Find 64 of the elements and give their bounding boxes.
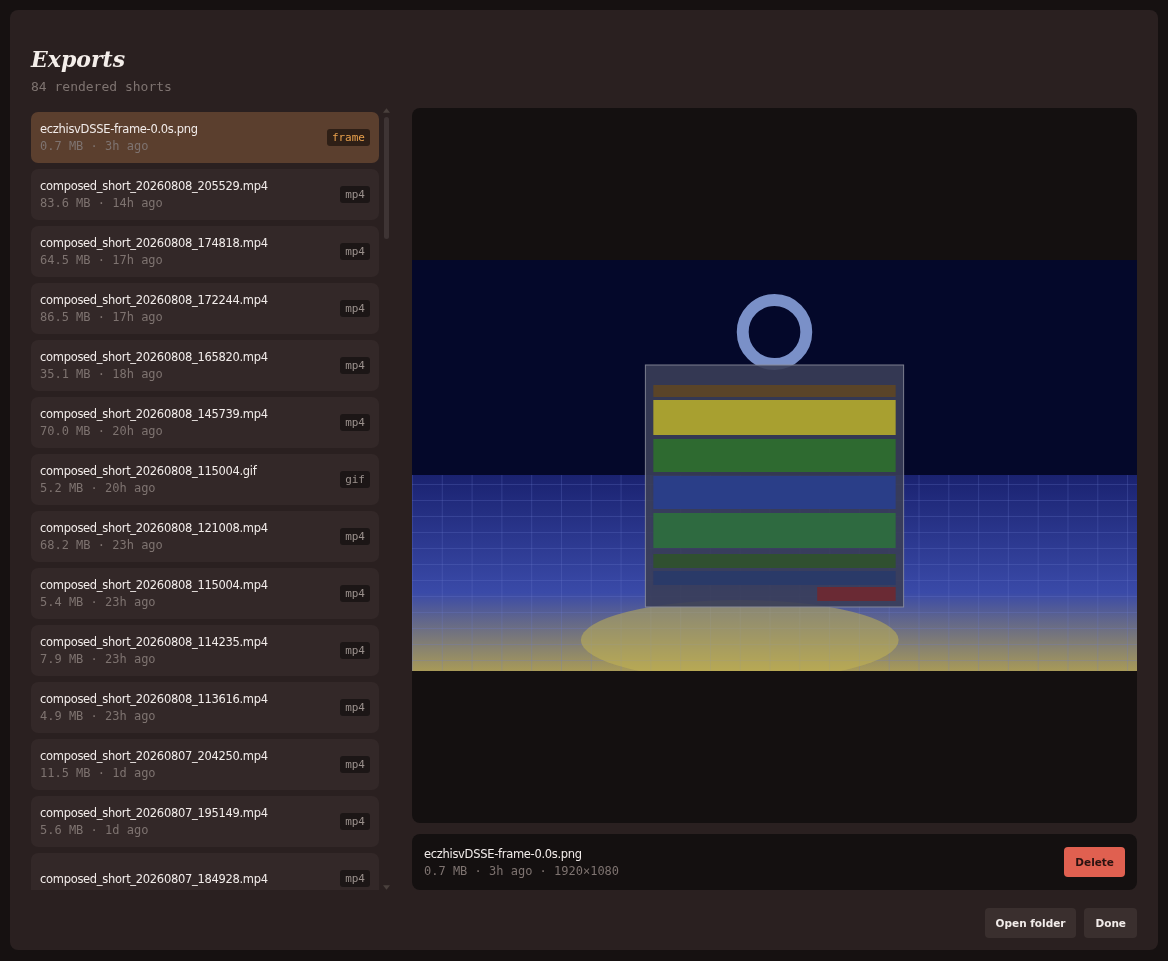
- file-name: composed_short_20260807_184928.mp4: [40, 871, 269, 886]
- export-item[interactable]: composed_short_20260808_165820.mp4 35.1 MB · 18h ago mp4: [31, 340, 379, 391]
- export-item[interactable]: composed_short_20260808_114235.mp4 7.9 MB · 23h ago mp4: [31, 625, 379, 676]
- file-type-tag: mp4: [340, 186, 370, 203]
- file-meta: 83.6 MB · 14h ago: [40, 196, 164, 210]
- export-item[interactable]: composed_short_20260808_113616.mp4 4.9 MB · 23h ago mp4: [31, 682, 379, 733]
- delete-button[interactable]: Delete: [1064, 847, 1125, 877]
- dialog-subtitle: 84 rendered shorts: [31, 79, 173, 94]
- export-item[interactable]: composed_short_20260808_172244.mp4 86.5 MB · 17h ago mp4: [31, 283, 379, 334]
- file-name: composed_short_20260808_115004.gif: [40, 464, 258, 478]
- file-type-tag: mp4: [340, 870, 370, 887]
- file-type-tag: frame: [326, 129, 370, 146]
- file-meta: 5.2 MB · 20h ago: [40, 481, 157, 495]
- file-meta: 5.6 MB · 1d ago: [40, 823, 150, 837]
- scroll-down-icon[interactable]: [383, 885, 390, 890]
- export-item[interactable]: composed_short_20260808_121008.mp4 68.2 MB · 23h ago mp4: [31, 511, 379, 562]
- export-item[interactable]: composed_short_20260807_184928.mp4 mp4: [31, 853, 379, 890]
- file-meta: 4.9 MB · 23h ago: [40, 709, 157, 723]
- export-item[interactable]: composed_short_20260808_205529.mp4 83.6 MB · 14h ago mp4: [31, 169, 379, 220]
- footer-button[interactable]: Open folder: [984, 908, 1077, 938]
- file-name: composed_short_20260808_121008.mp4: [40, 521, 269, 535]
- file-name: composed_short_20260808_113616.mp4: [40, 692, 269, 706]
- file-meta: 70.0 MB · 20h ago: [40, 424, 164, 438]
- export-item[interactable]: composed_short_20260808_115004.gif 5.2 MB · 20h ago gif: [31, 454, 379, 505]
- file-name: composed_short_20260808_114235.mp4: [40, 635, 269, 649]
- file-type-tag: mp4: [340, 357, 370, 374]
- file-name: composed_short_20260808_205529.mp4: [40, 179, 269, 193]
- file-meta: 68.2 MB · 23h ago: [40, 538, 164, 552]
- file-name: composed_short_20260808_174818.mp4: [40, 236, 269, 250]
- file-type-tag: mp4: [340, 585, 370, 602]
- file-type-tag: mp4: [340, 642, 370, 659]
- file-type-tag: mp4: [340, 414, 370, 431]
- file-meta: 7.9 MB · 23h ago: [40, 652, 157, 666]
- file-meta: 64.5 MB · 17h ago: [40, 253, 164, 267]
- export-item[interactable]: composed_short_20260807_204250.mp4 11.5 MB · 1d ago mp4: [31, 739, 379, 790]
- file-type-tag: mp4: [340, 756, 370, 773]
- file-name: composed_short_20260808_172244.mp4: [40, 293, 269, 307]
- file-meta: 11.5 MB · 1d ago: [40, 766, 157, 780]
- file-meta: 86.5 MB · 17h ago: [40, 310, 164, 324]
- file-meta: 0.7 MB · 3h ago: [40, 139, 150, 153]
- file-type-tag: mp4: [340, 243, 370, 260]
- selected-file-name: eczhisvDSSE-frame-0.0s.png: [424, 846, 583, 861]
- file-name: composed_short_20260807_195149.mp4: [40, 806, 269, 820]
- export-item[interactable]: eczhisvDSSE-frame-0.0s.png 0.7 MB · 3h ago frame: [31, 112, 379, 163]
- export-item[interactable]: composed_short_20260807_195149.mp4 5.6 MB · 1d ago mp4: [31, 796, 379, 847]
- export-item[interactable]: composed_short_20260808_174818.mp4 64.5 MB · 17h ago mp4: [31, 226, 379, 277]
- file-meta: 35.1 MB · 18h ago: [40, 367, 164, 381]
- export-item[interactable]: composed_short_20260808_115004.mp4 5.4 MB · 23h ago mp4: [31, 568, 379, 619]
- file-name: composed_short_20260807_204250.mp4: [40, 749, 269, 763]
- file-type-tag: mp4: [340, 699, 370, 716]
- file-name: composed_short_20260808_115004.mp4: [40, 578, 269, 592]
- file-name: composed_short_20260808_145739.mp4: [40, 407, 269, 421]
- file-type-tag: mp4: [340, 528, 370, 545]
- export-item[interactable]: composed_short_20260808_145739.mp4 70.0 MB · 20h ago mp4: [31, 397, 379, 448]
- file-meta: 5.4 MB · 23h ago: [40, 595, 157, 609]
- file-name: composed_short_20260808_165820.mp4: [40, 350, 269, 364]
- dialog-title: Exports: [31, 45, 127, 74]
- scroll-up-icon[interactable]: [383, 108, 390, 113]
- file-type-tag: mp4: [340, 813, 370, 830]
- footer-button[interactable]: Done: [1084, 908, 1137, 938]
- selected-file-meta: 0.7 MB · 3h ago · 1920×1080: [424, 863, 621, 878]
- file-type-tag: gif: [340, 471, 370, 488]
- file-type-tag: mp4: [340, 300, 370, 317]
- file-name: eczhisvDSSE-frame-0.0s.png: [40, 122, 199, 136]
